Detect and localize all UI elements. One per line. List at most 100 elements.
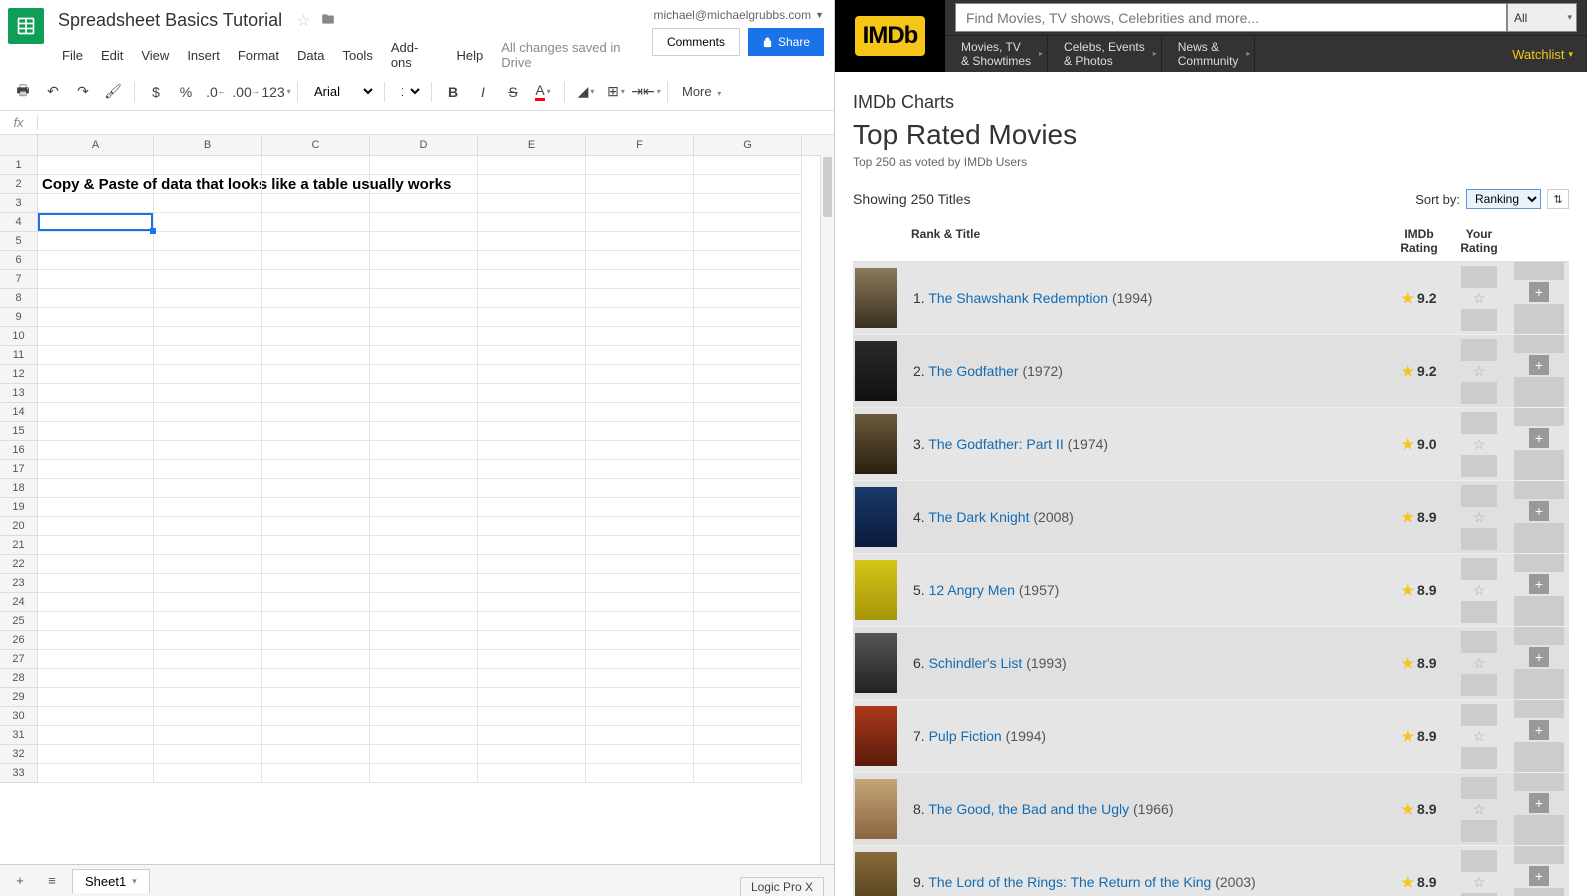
row-header-27[interactable]: 27 — [0, 650, 38, 669]
your-rating-cell[interactable]: ☆ — [1449, 777, 1509, 842]
cell-A19[interactable] — [38, 498, 154, 517]
row-header-33[interactable]: 33 — [0, 764, 38, 783]
cell-G13[interactable] — [694, 384, 802, 403]
cell-C26[interactable] — [262, 631, 370, 650]
cell-B6[interactable] — [154, 251, 262, 270]
menu-insert[interactable]: Insert — [179, 45, 228, 66]
cell-A15[interactable] — [38, 422, 154, 441]
add-watchlist-cell[interactable]: + — [1509, 846, 1569, 896]
add-watchlist-cell[interactable]: + — [1509, 700, 1569, 772]
row-header-9[interactable]: 9 — [0, 308, 38, 327]
menu-view[interactable]: View — [133, 45, 177, 66]
cell-D10[interactable] — [370, 327, 478, 346]
imdb-logo-wrap[interactable]: IMDb — [835, 0, 945, 72]
cell-E29[interactable] — [478, 688, 586, 707]
col-header-F[interactable]: F — [586, 135, 694, 155]
cell-D22[interactable] — [370, 555, 478, 574]
cell-F3[interactable] — [586, 194, 694, 213]
cell-D15[interactable] — [370, 422, 478, 441]
cell-D3[interactable] — [370, 194, 478, 213]
row-header-26[interactable]: 26 — [0, 631, 38, 650]
row-header-20[interactable]: 20 — [0, 517, 38, 536]
row-header-12[interactable]: 12 — [0, 365, 38, 384]
row-header-4[interactable]: 4 — [0, 213, 38, 232]
sheets-logo[interactable] — [8, 8, 44, 44]
add-watchlist-cell[interactable]: + — [1509, 554, 1569, 626]
cell-A18[interactable] — [38, 479, 154, 498]
col-header-B[interactable]: B — [154, 135, 262, 155]
col-header-E[interactable]: E — [478, 135, 586, 155]
cell-C16[interactable] — [262, 441, 370, 460]
row-header-3[interactable]: 3 — [0, 194, 38, 213]
rate-star-icon[interactable]: ☆ — [1473, 874, 1486, 891]
cell-B2[interactable] — [154, 175, 262, 194]
cell-C17[interactable] — [262, 460, 370, 479]
cell-E20[interactable] — [478, 517, 586, 536]
cell-E21[interactable] — [478, 536, 586, 555]
cell-G3[interactable] — [694, 194, 802, 213]
cell-D2[interactable] — [370, 175, 478, 194]
cell-D31[interactable] — [370, 726, 478, 745]
cell-B32[interactable] — [154, 745, 262, 764]
nav-item[interactable]: Movies, TV & Showtimes▸ — [945, 36, 1048, 72]
cell-A29[interactable] — [38, 688, 154, 707]
cell-G9[interactable] — [694, 308, 802, 327]
cell-E25[interactable] — [478, 612, 586, 631]
rate-star-icon[interactable]: ☆ — [1473, 582, 1486, 599]
movie-link[interactable]: The Godfather: Part II — [928, 436, 1063, 452]
spreadsheet-grid[interactable]: ABCDEFG 12345678910111213141516171819202… — [0, 135, 834, 864]
cell-F13[interactable] — [586, 384, 694, 403]
cell-C30[interactable] — [262, 707, 370, 726]
cell-F10[interactable] — [586, 327, 694, 346]
cell-E4[interactable] — [478, 213, 586, 232]
cell-B8[interactable] — [154, 289, 262, 308]
cell-F25[interactable] — [586, 612, 694, 631]
cell-A23[interactable] — [38, 574, 154, 593]
cell-F11[interactable] — [586, 346, 694, 365]
cell-B26[interactable] — [154, 631, 262, 650]
cell-F22[interactable] — [586, 555, 694, 574]
cell-B5[interactable] — [154, 232, 262, 251]
rate-star-icon[interactable]: ☆ — [1473, 436, 1486, 453]
cell-D13[interactable] — [370, 384, 478, 403]
row-header-29[interactable]: 29 — [0, 688, 38, 707]
row-header-31[interactable]: 31 — [0, 726, 38, 745]
redo-icon[interactable]: ↷ — [70, 79, 96, 105]
cell-C33[interactable] — [262, 764, 370, 783]
cell-F9[interactable] — [586, 308, 694, 327]
cell-C3[interactable] — [262, 194, 370, 213]
movie-link[interactable]: Pulp Fiction — [929, 728, 1002, 744]
cell-E15[interactable] — [478, 422, 586, 441]
cell-A11[interactable] — [38, 346, 154, 365]
cell-E26[interactable] — [478, 631, 586, 650]
cell-A16[interactable] — [38, 441, 154, 460]
nav-item[interactable]: News & Community▸ — [1162, 36, 1256, 72]
cell-G30[interactable] — [694, 707, 802, 726]
nav-item[interactable]: Celebs, Events & Photos▸ — [1048, 36, 1162, 72]
cell-B1[interactable] — [154, 156, 262, 175]
bookmark-icon[interactable]: + — [1529, 428, 1549, 448]
cell-E14[interactable] — [478, 403, 586, 422]
watchlist-link[interactable]: Watchlist▾ — [1498, 36, 1587, 72]
row-header-21[interactable]: 21 — [0, 536, 38, 555]
cell-D32[interactable] — [370, 745, 478, 764]
cell-C11[interactable] — [262, 346, 370, 365]
cell-D30[interactable] — [370, 707, 478, 726]
merge-icon[interactable]: ⇥⇤▾ — [633, 79, 659, 105]
cell-D18[interactable] — [370, 479, 478, 498]
cell-G12[interactable] — [694, 365, 802, 384]
col-header-C[interactable]: C — [262, 135, 370, 155]
cell-C23[interactable] — [262, 574, 370, 593]
select-all-corner[interactable] — [0, 135, 38, 155]
cell-G26[interactable] — [694, 631, 802, 650]
cell-G20[interactable] — [694, 517, 802, 536]
bookmark-icon[interactable]: + — [1529, 501, 1549, 521]
cell-A2[interactable]: Copy & Paste of data that looks like a t… — [38, 175, 154, 194]
cell-G1[interactable] — [694, 156, 802, 175]
col-header-D[interactable]: D — [370, 135, 478, 155]
movie-poster[interactable] — [855, 268, 897, 328]
cell-F17[interactable] — [586, 460, 694, 479]
row-header-22[interactable]: 22 — [0, 555, 38, 574]
cell-B17[interactable] — [154, 460, 262, 479]
italic-icon[interactable]: I — [470, 79, 496, 105]
